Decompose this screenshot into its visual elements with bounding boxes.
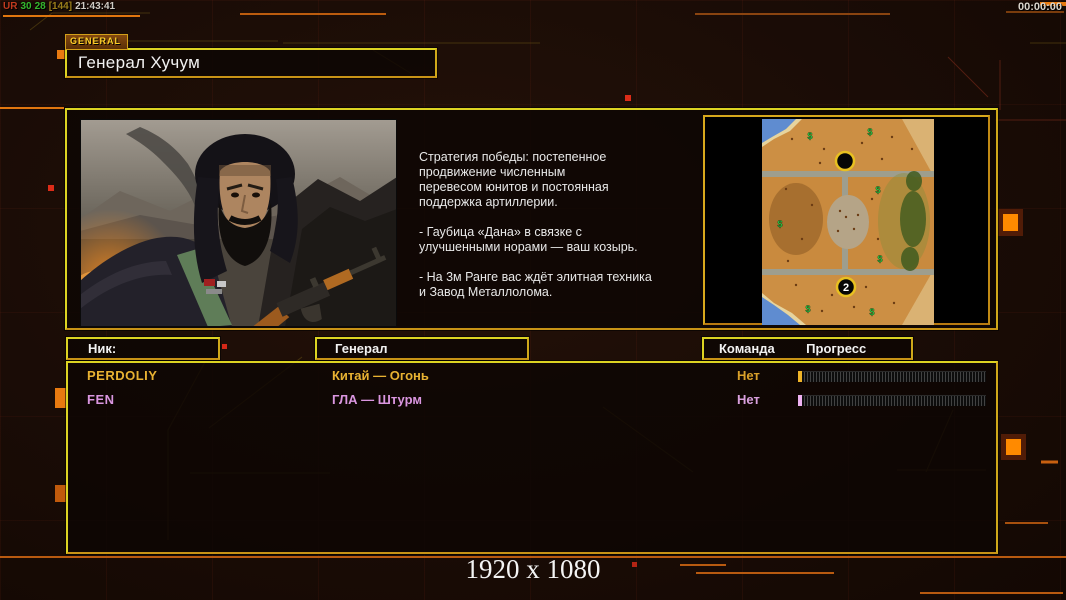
game-lobby-screen: UR 30 28 [144] 21:43:41 00:00:00 GENERAL Ген… bbox=[0, 0, 1066, 600]
player-progress-bar bbox=[798, 395, 986, 406]
column-header-general: Генерал bbox=[315, 337, 529, 360]
tab-general[interactable]: GENERAL bbox=[65, 34, 129, 50]
description-line: улучшенными норами — ваш козырь. bbox=[419, 240, 638, 254]
description-line: - На 3м Ранге вас ждёт элитная техника bbox=[419, 270, 652, 284]
player-team: Нет bbox=[737, 368, 760, 383]
player-row: PERDOLIY Китай — Огонь Нет bbox=[68, 366, 996, 388]
supply-marker: $ bbox=[867, 127, 872, 137]
description-line: и Завод Металлолома. bbox=[419, 285, 553, 299]
minimap-panel: $ $ $ $ $ $ $ 2 bbox=[703, 115, 990, 325]
nick-header-label: Ник: bbox=[88, 341, 117, 356]
description-line: перевесом юнитов и постоянная bbox=[419, 180, 609, 194]
description-line bbox=[419, 255, 705, 270]
supply-marker: $ bbox=[805, 304, 810, 314]
player-row: FEN ГЛА — Штурм Нет bbox=[68, 390, 996, 412]
screen-title-box: Генерал Хучум bbox=[65, 48, 437, 78]
column-header-team-progress: Команда Прогресс bbox=[702, 337, 913, 360]
player-team: Нет bbox=[737, 392, 760, 407]
player-progress-bar bbox=[798, 371, 986, 382]
player-general: ГЛА — Штурм bbox=[332, 392, 422, 407]
frame-value: 28 bbox=[34, 1, 46, 12]
supply-marker: $ bbox=[807, 131, 812, 141]
progress-fill bbox=[798, 371, 802, 382]
bracket-value: [144] bbox=[48, 1, 73, 12]
column-header-nick: Ник: bbox=[66, 337, 220, 360]
supply-marker: $ bbox=[877, 254, 882, 264]
resolution-label: 1920 x 1080 bbox=[465, 554, 601, 584]
player-nick: PERDOLIY bbox=[87, 368, 158, 383]
player-general: Китай — Огонь bbox=[332, 368, 429, 383]
supply-marker: $ bbox=[869, 307, 874, 317]
start-position-1-marker bbox=[834, 150, 856, 172]
supply-marker: $ bbox=[875, 185, 880, 195]
team-header-label: Команда bbox=[719, 341, 775, 356]
progress-header-label: Прогресс bbox=[806, 341, 867, 356]
page-title: Генерал Хучум bbox=[78, 53, 201, 72]
debug-status-readout: UR 30 28 [144] 21:43:41 bbox=[3, 1, 118, 12]
clock-value: 21:43:41 bbox=[75, 1, 116, 12]
description-line bbox=[419, 210, 705, 225]
progress-fill bbox=[798, 395, 802, 406]
description-line: продвижение численным bbox=[419, 165, 566, 179]
svg-text:2: 2 bbox=[843, 282, 849, 294]
description-line: Стратегия победы: постепенное bbox=[419, 150, 607, 164]
general-info-panel: Стратегия победы: постепенное продвижени… bbox=[65, 108, 998, 330]
player-list-panel: PERDOLIY Китай — Огонь Нет FEN ГЛА — Шту… bbox=[66, 361, 998, 554]
player-nick: FEN bbox=[87, 392, 115, 407]
description-line: - Гаубица «Дана» в связке с bbox=[419, 225, 582, 239]
general-description: Стратегия победы: постепенное продвижени… bbox=[419, 150, 705, 300]
fps-value: 30 bbox=[20, 1, 32, 12]
general-header-label: Генерал bbox=[335, 341, 388, 356]
description-line: поддержка артиллерии. bbox=[419, 195, 558, 209]
supply-marker: $ bbox=[777, 219, 782, 229]
general-portrait-image bbox=[80, 119, 397, 327]
minimap: $ $ $ $ $ $ $ 2 bbox=[762, 119, 934, 325]
start-position-2-marker: 2 bbox=[835, 276, 857, 298]
fps-prefix: UR bbox=[3, 1, 18, 12]
match-timer: 00:00:00 bbox=[1017, 1, 1062, 13]
